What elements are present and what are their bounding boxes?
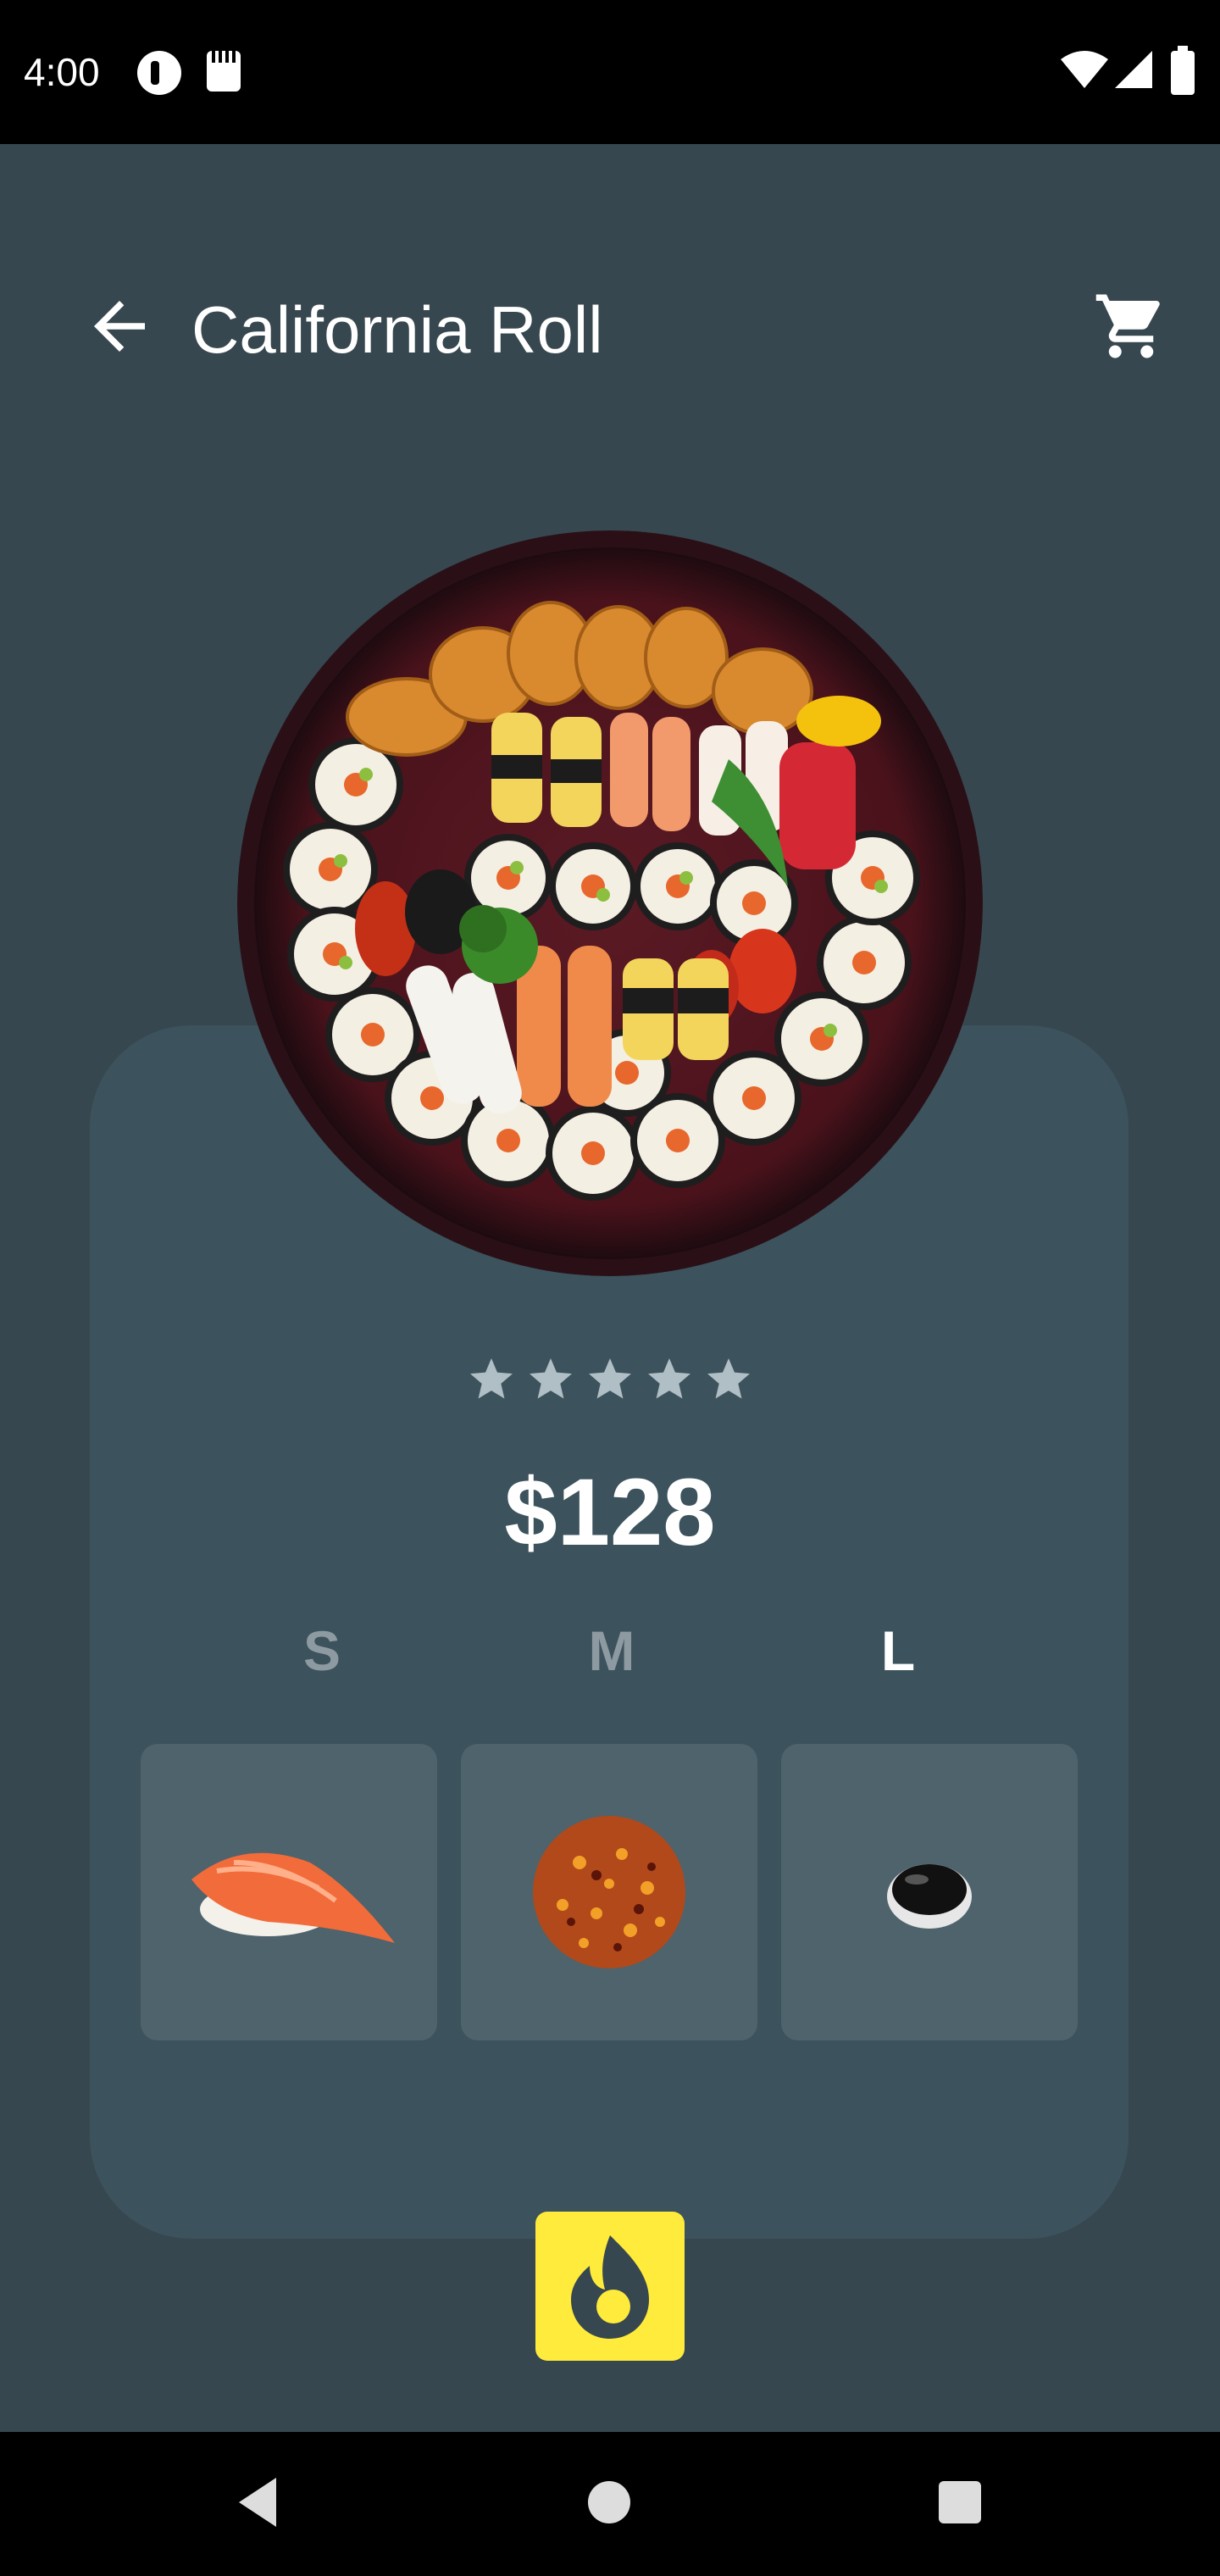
back-arrow-icon[interactable]: [81, 288, 158, 364]
size-option-m[interactable]: M: [561, 1618, 663, 1683]
star-icon: [530, 1358, 572, 1399]
notification-icon: [137, 51, 181, 95]
fire-action-button[interactable]: [535, 2212, 685, 2361]
battery-icon: [1171, 46, 1195, 95]
cell-signal-icon: [1115, 51, 1152, 88]
size-option-s[interactable]: S: [271, 1618, 373, 1683]
sushi-platter-image: [237, 530, 983, 1276]
price-label: $128: [504, 1459, 716, 1565]
flame-icon: [571, 2235, 649, 2339]
topping-soy-tile[interactable]: [781, 1744, 1078, 2040]
app-screen: California Roll $128 S M L: [0, 144, 1220, 2432]
topping-chili-tile[interactable]: [461, 1744, 757, 2040]
status-bar: 4:00: [0, 0, 1220, 144]
star-icon: [707, 1358, 750, 1399]
soy-sauce-icon: [887, 1864, 972, 1929]
sd-card-icon: [207, 51, 241, 92]
wifi-icon: [1061, 51, 1108, 88]
size-selector: S M L: [0, 1618, 1220, 1703]
rating-stars: [466, 1354, 754, 1408]
system-nav-bar: [0, 2432, 1220, 2576]
chili-flakes-icon: [533, 1816, 685, 1968]
nav-back-icon[interactable]: [234, 2473, 281, 2532]
star-icon: [589, 1358, 631, 1399]
status-time: 4:00: [24, 50, 100, 94]
size-option-l[interactable]: L: [847, 1618, 949, 1683]
nav-home-icon[interactable]: [588, 2481, 630, 2523]
top-bar: California Roll: [0, 263, 1220, 381]
topping-salmon-tile[interactable]: [141, 1744, 437, 2040]
nav-recents-icon[interactable]: [939, 2481, 981, 2523]
salmon-nigiri-icon: [191, 1852, 395, 1943]
cart-icon[interactable]: [1093, 288, 1169, 364]
page-title: California Roll: [191, 292, 603, 367]
star-icon: [648, 1358, 690, 1399]
star-icon: [470, 1358, 513, 1399]
